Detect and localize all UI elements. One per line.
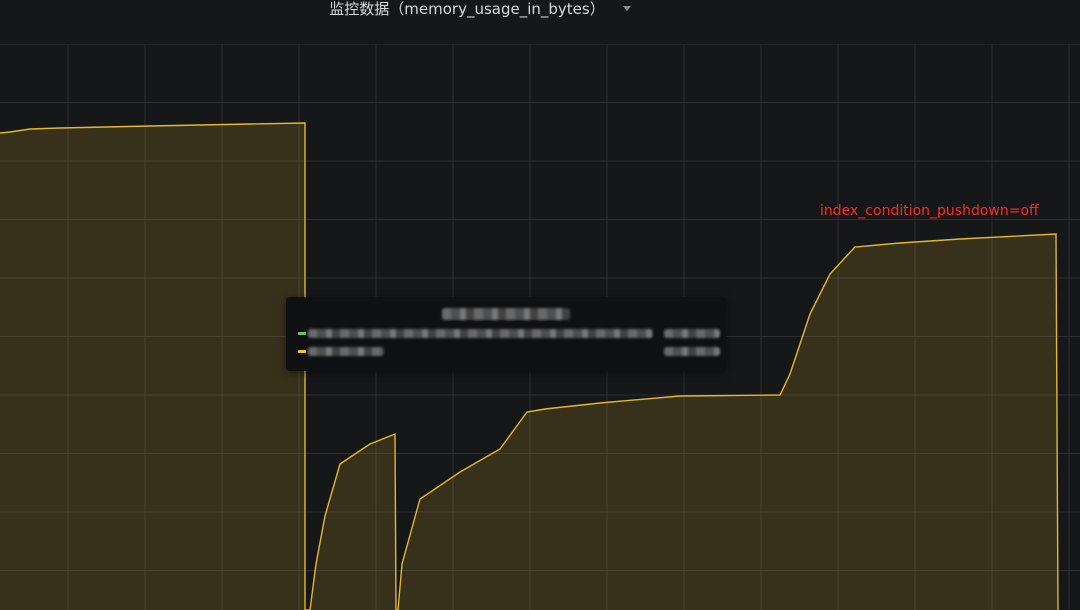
panel-header: 监控数据（memory_usage_in_bytes） [0, 0, 1080, 44]
annotation-label: index_condition_pushdown=off [820, 203, 1039, 219]
hover-tooltip [286, 297, 726, 371]
series-color-swatch [298, 332, 306, 335]
tooltip-redacted-series-name [308, 329, 653, 338]
tooltip-redacted-value [664, 347, 720, 356]
tooltip-redacted-series-name [308, 347, 384, 356]
tooltip-redacted-value [664, 329, 720, 338]
panel-title-menu[interactable]: 监控数据（memory_usage_in_bytes） [329, 0, 631, 19]
chevron-down-icon[interactable] [622, 5, 631, 11]
panel-title: 监控数据（memory_usage_in_bytes） [329, 0, 605, 18]
tooltip-redacted-time [442, 308, 570, 320]
series-color-swatch [298, 350, 306, 353]
